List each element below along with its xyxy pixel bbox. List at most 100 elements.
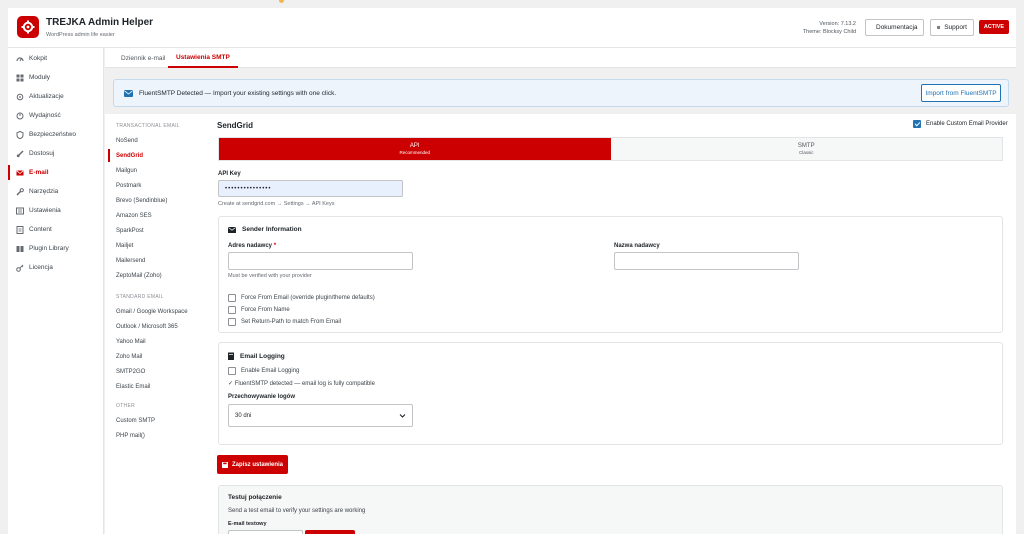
send-test-button[interactable] <box>305 530 355 534</box>
from-email-input[interactable] <box>228 252 413 270</box>
documentation-button[interactable]: Dokumentacja <box>865 19 924 36</box>
sidebar-item-bezpieczenstwo[interactable]: Bezpieczeństwo <box>8 125 103 144</box>
performance-icon <box>16 112 24 120</box>
admin-bar-strip <box>0 0 1024 6</box>
provider-item-elastic-email[interactable]: Elastic Email <box>105 379 208 394</box>
sidebar-item-licencja[interactable]: Licencja <box>8 258 103 277</box>
provider-item-mailjet[interactable]: Mailjet <box>105 238 208 253</box>
sidebar-item-email[interactable]: E-mail <box>8 163 103 182</box>
provider-item-custom-smtp[interactable]: Custom SMTP <box>105 413 208 428</box>
key-icon <box>16 264 24 272</box>
provider-title: SendGrid <box>217 121 254 130</box>
tab-smtp-settings[interactable]: Ustawienia SMTP <box>168 48 238 68</box>
test-connection-subtitle: Send a test email to verify your setting… <box>228 508 366 514</box>
lifebuoy-icon <box>937 25 941 30</box>
logging-card-title-text: Email Logging <box>240 352 285 360</box>
provider-item-php-mail[interactable]: PHP mail() <box>105 428 208 443</box>
enable-logging-option[interactable]: Enable Email Logging <box>228 367 299 375</box>
mode-smtp-sublabel: Classic <box>798 150 814 155</box>
sidebar-item-content[interactable]: Content <box>8 220 103 239</box>
gear-logo-icon <box>21 20 35 34</box>
provider-item-yahoo[interactable]: Yahoo Mail <box>105 334 208 349</box>
provider-list: TRANSACTIONAL EMAIL NoSend SendGrid Mail… <box>105 114 208 534</box>
sidebar-item-label: Aktualizacje <box>29 93 64 100</box>
provider-item-nosend[interactable]: NoSend <box>105 133 208 148</box>
mode-smtp-option[interactable]: SMTP Classic <box>610 138 1002 160</box>
test-email-label: E-mail testowy <box>228 521 267 527</box>
force-from-email-option[interactable]: Force From Email (override plugin/theme … <box>228 294 375 302</box>
sidebar-item-moduly[interactable]: Moduły <box>8 68 103 87</box>
documentation-label: Dokumentacja <box>876 24 918 31</box>
provider-item-zeptomail[interactable]: ZeptoMail (Zoho) <box>105 268 208 283</box>
clipboard-icon <box>228 352 234 360</box>
api-key-input[interactable]: ••••••••••••••• <box>218 180 403 197</box>
sidebar-item-ustawienia[interactable]: Ustawienia <box>8 201 103 220</box>
sidebar-item-kokpit[interactable]: Kokpit <box>8 49 103 68</box>
logging-card-title: Email Logging <box>228 352 285 360</box>
provider-item-gmail[interactable]: Gmail / Google Workspace <box>105 304 208 319</box>
import-fluentsmtp-button[interactable]: Import from FluentSMTP <box>921 84 1001 102</box>
return-path-option[interactable]: Set Return-Path to match From Email <box>228 318 341 326</box>
provider-item-zoho[interactable]: Zoho Mail <box>105 349 208 364</box>
notice-text: FluentSMTP Detected — Import your existi… <box>139 90 337 97</box>
from-name-label: Nazwa nadawcy <box>614 243 660 249</box>
support-label: Support <box>944 24 967 31</box>
plugin-subtitle: WordPress admin life easier <box>46 32 115 38</box>
sidebar-item-label: Moduły <box>29 74 50 81</box>
return-path-checkbox[interactable] <box>228 318 236 326</box>
sidebar-item-label: Content <box>29 226 52 233</box>
sidebar-item-label: Plugin Library <box>29 245 69 252</box>
enable-provider-checkbox[interactable] <box>913 120 921 128</box>
plugin-sidebar: Kokpit Moduły Aktualizacje Wydajność Bez… <box>8 48 104 534</box>
provider-group-heading: STANDARD EMAIL <box>116 294 164 300</box>
provider-item-smtp2go[interactable]: SMTP2GO <box>105 364 208 379</box>
provider-group-heading: TRANSACTIONAL EMAIL <box>116 123 180 129</box>
provider-item-brevo[interactable]: Brevo (Sendinblue) <box>105 193 208 208</box>
from-email-label-text: Adres nadawcy <box>228 243 273 249</box>
force-from-name-checkbox[interactable] <box>228 306 236 314</box>
plugin-header: TREJKA Admin Helper WordPress admin life… <box>8 8 1016 48</box>
provider-item-sparkpost[interactable]: SparkPost <box>105 223 208 238</box>
provider-item-mailersend[interactable]: Mailersend <box>105 253 208 268</box>
support-button[interactable]: Support <box>930 19 974 36</box>
fluentsmtp-notice: FluentSMTP Detected — Import your existi… <box>113 79 1009 107</box>
sidebar-item-plugin-library[interactable]: Plugin Library <box>8 239 103 258</box>
enable-provider-toggle[interactable]: Enable Custom Email Provider <box>913 120 1008 128</box>
test-connection-title: Testuj połączenie <box>228 494 282 501</box>
save-settings-button[interactable]: Zapisz ustawienia <box>217 455 288 474</box>
sidebar-item-narzedzia[interactable]: Narzędzia <box>8 182 103 201</box>
notification-dot <box>279 0 284 3</box>
tab-email-log[interactable]: Dziennik e-mail <box>113 48 173 68</box>
save-icon <box>221 461 228 468</box>
sender-card-title-text: Sender Information <box>242 226 302 233</box>
sidebar-item-label: Kokpit <box>29 55 48 62</box>
retention-select[interactable]: 30 dni <box>228 404 413 427</box>
sidebar-item-label: E-mail <box>29 169 49 176</box>
force-from-email-checkbox[interactable] <box>228 294 236 302</box>
notice-message: FluentSMTP Detected — Import your existi… <box>124 90 336 97</box>
return-path-label: Set Return-Path to match From Email <box>241 319 342 325</box>
force-from-name-option[interactable]: Force From Name <box>228 306 290 314</box>
enable-logging-checkbox[interactable] <box>228 367 236 375</box>
provider-item-amazon-ses[interactable]: Amazon SES <box>105 208 208 223</box>
from-name-input[interactable] <box>614 252 799 270</box>
chevron-down-icon <box>399 414 406 418</box>
retention-label: Przechowywanie logów <box>228 394 296 400</box>
from-email-hint: Must be verified with your provider <box>228 273 312 279</box>
provider-item-sendgrid[interactable]: SendGrid <box>105 148 208 163</box>
mode-api-option[interactable]: API Recommended <box>219 138 611 160</box>
enable-logging-label: Enable Email Logging <box>241 368 300 374</box>
provider-item-postmark[interactable]: Postmark <box>105 178 208 193</box>
enable-provider-label: Enable Custom Email Provider <box>926 121 1008 127</box>
version-info: Version: 7.13.2 Theme: Blocksy Child <box>803 20 856 36</box>
sidebar-item-aktualizacje[interactable]: Aktualizacje <box>8 87 103 106</box>
test-email-input[interactable] <box>228 530 303 534</box>
mode-api-sublabel: Recommended <box>399 150 430 155</box>
sidebar-item-wydajnosc[interactable]: Wydajność <box>8 106 103 125</box>
sidebar-item-dostosuj[interactable]: Dostosuj <box>8 144 103 163</box>
plugin-logo <box>17 16 39 38</box>
api-key-label: API Key <box>218 171 241 177</box>
provider-item-mailgun[interactable]: Mailgun <box>105 163 208 178</box>
logging-compat-status: ✓ FluentSMTP detected — email log is ful… <box>228 381 375 387</box>
provider-item-outlook[interactable]: Outlook / Microsoft 365 <box>105 319 208 334</box>
